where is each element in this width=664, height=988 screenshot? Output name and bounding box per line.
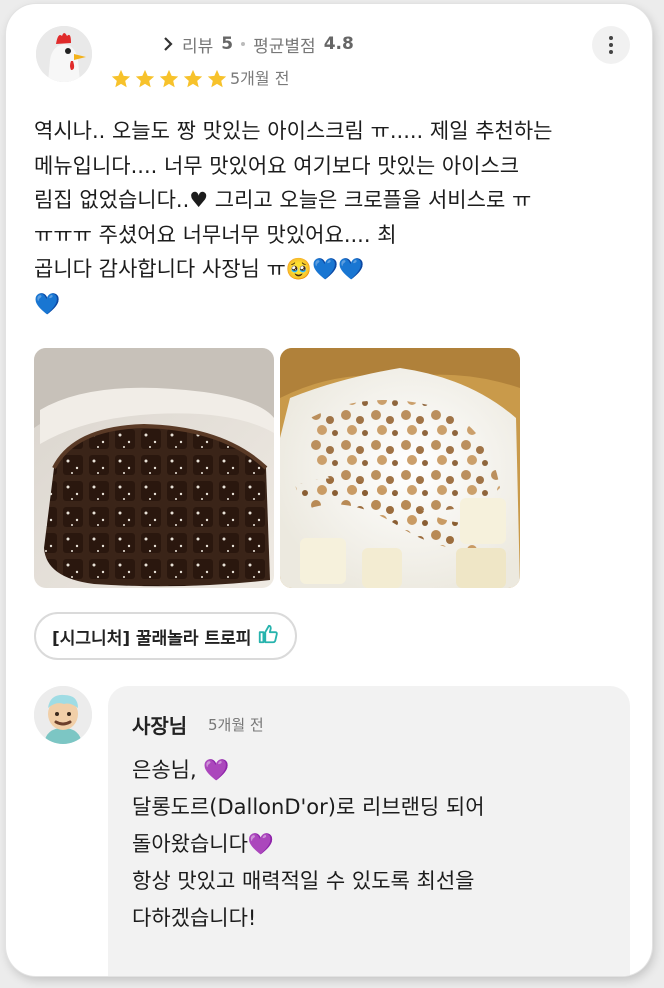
owner-reply-text: 은송님, 💜 달롱도르(DallonD'or)로 리브랜딩 되어 돌아왔습니다💜…: [132, 758, 485, 930]
review-text: 역시나.. 오늘도 짱 맛있는 아이스크림 ㅠ..... 제일 추천하는 메뉴입…: [34, 119, 553, 316]
star-icon: [207, 69, 227, 88]
star-icon: [159, 69, 179, 88]
review-card: 리뷰 5 평균별점 4.8 5개월 전 역시나.. 오늘도 짱 맛있는 아이스크…: [6, 4, 652, 976]
reviews-label: 리뷰: [182, 36, 214, 57]
review-meta: 리뷰 5 평균별점 4.8: [162, 30, 354, 58]
thumbs-up-icon: [257, 623, 279, 650]
more-dot-icon: [609, 43, 613, 47]
menu-tag-label: [시그니처] 꿀래놀라 트로피: [52, 628, 252, 649]
star-rating: [110, 68, 228, 90]
menu-tag-chip[interactable]: [시그니처] 꿀래놀라 트로피: [34, 612, 298, 660]
reviews-count: 5: [221, 34, 234, 54]
more-dot-icon: [609, 36, 613, 40]
owner-reply-date: 5개월 전: [208, 716, 264, 734]
star-icon: [183, 69, 203, 88]
more-dot-icon: [609, 50, 613, 54]
owner-name: 사장님: [132, 714, 188, 738]
separator-dot: [241, 42, 246, 46]
review-date: 5개월 전: [230, 69, 290, 88]
rooster-avatar-icon: [36, 26, 92, 82]
review-photo-croffle[interactable]: [34, 348, 274, 588]
star-icon: [135, 69, 155, 88]
review-photo-icecream[interactable]: [280, 348, 520, 588]
user-avatar[interactable]: [36, 26, 92, 82]
avg-rating-value: 4.8: [323, 34, 354, 54]
chevron-right-icon[interactable]: [162, 36, 174, 52]
star-icon: [111, 69, 131, 88]
avg-rating-label: 평균별점: [253, 36, 316, 57]
owner-avatar[interactable]: [34, 686, 92, 744]
owner-character-icon: [34, 686, 92, 744]
more-options-button[interactable]: [592, 26, 630, 64]
